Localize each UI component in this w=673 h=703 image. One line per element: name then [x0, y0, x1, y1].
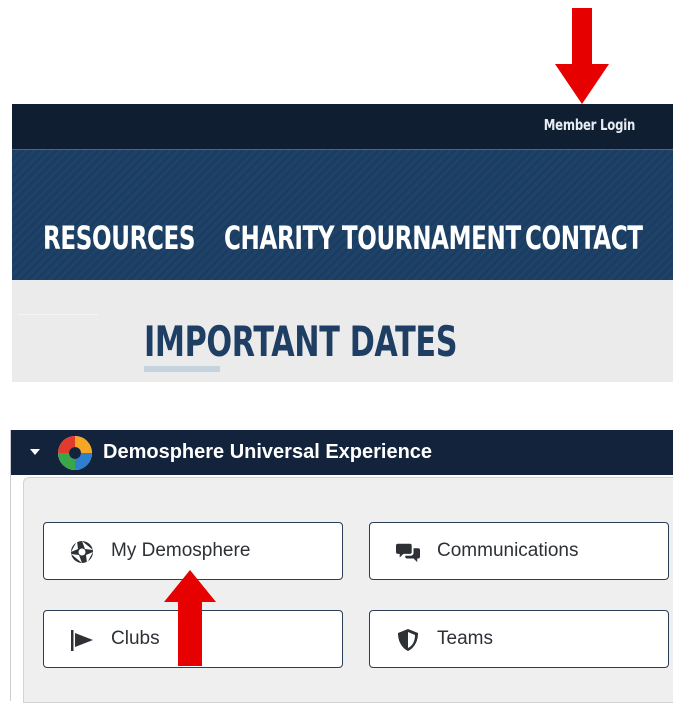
site-top-bar: Member Login: [12, 104, 673, 150]
chat-bubbles-icon: [396, 543, 420, 563]
section-title: IMPORTANT DATES: [144, 317, 458, 366]
communications-button[interactable]: Communications: [369, 522, 669, 580]
arrow-up-icon: [164, 570, 216, 666]
teams-label: Teams: [437, 628, 493, 649]
panel-body: My Demosphere Communications Clubs Teams: [23, 477, 673, 703]
site-main-nav: RESOURCES CHARITY TOURNAMENT CONTACT: [12, 150, 673, 280]
nav-resources[interactable]: RESOURCES: [43, 219, 195, 257]
arrow-down-icon: [555, 8, 609, 104]
aperture-icon: [71, 541, 93, 563]
divider: [18, 314, 98, 315]
communications-label: Communications: [437, 540, 579, 561]
panel-title: Demosphere Universal Experience: [103, 441, 433, 463]
demosphere-logo-icon: [58, 436, 92, 470]
teams-button[interactable]: Teams: [369, 610, 669, 668]
member-login-link[interactable]: Member Login: [544, 116, 636, 134]
demosphere-panel: Demosphere Universal Experience My Demos…: [10, 430, 673, 703]
site-content-area: IMPORTANT DATES: [12, 280, 673, 382]
flag-icon: [71, 630, 93, 651]
shield-icon: [398, 629, 418, 651]
nav-charity-tournament[interactable]: CHARITY TOURNAMENT: [224, 219, 521, 257]
clubs-label: Clubs: [111, 628, 160, 649]
nav-contact[interactable]: CONTACT: [525, 219, 643, 257]
panel-header[interactable]: Demosphere Universal Experience: [11, 430, 673, 475]
caret-down-icon[interactable]: [30, 449, 40, 455]
my-demosphere-label: My Demosphere: [111, 540, 251, 561]
title-underline: [144, 366, 220, 372]
